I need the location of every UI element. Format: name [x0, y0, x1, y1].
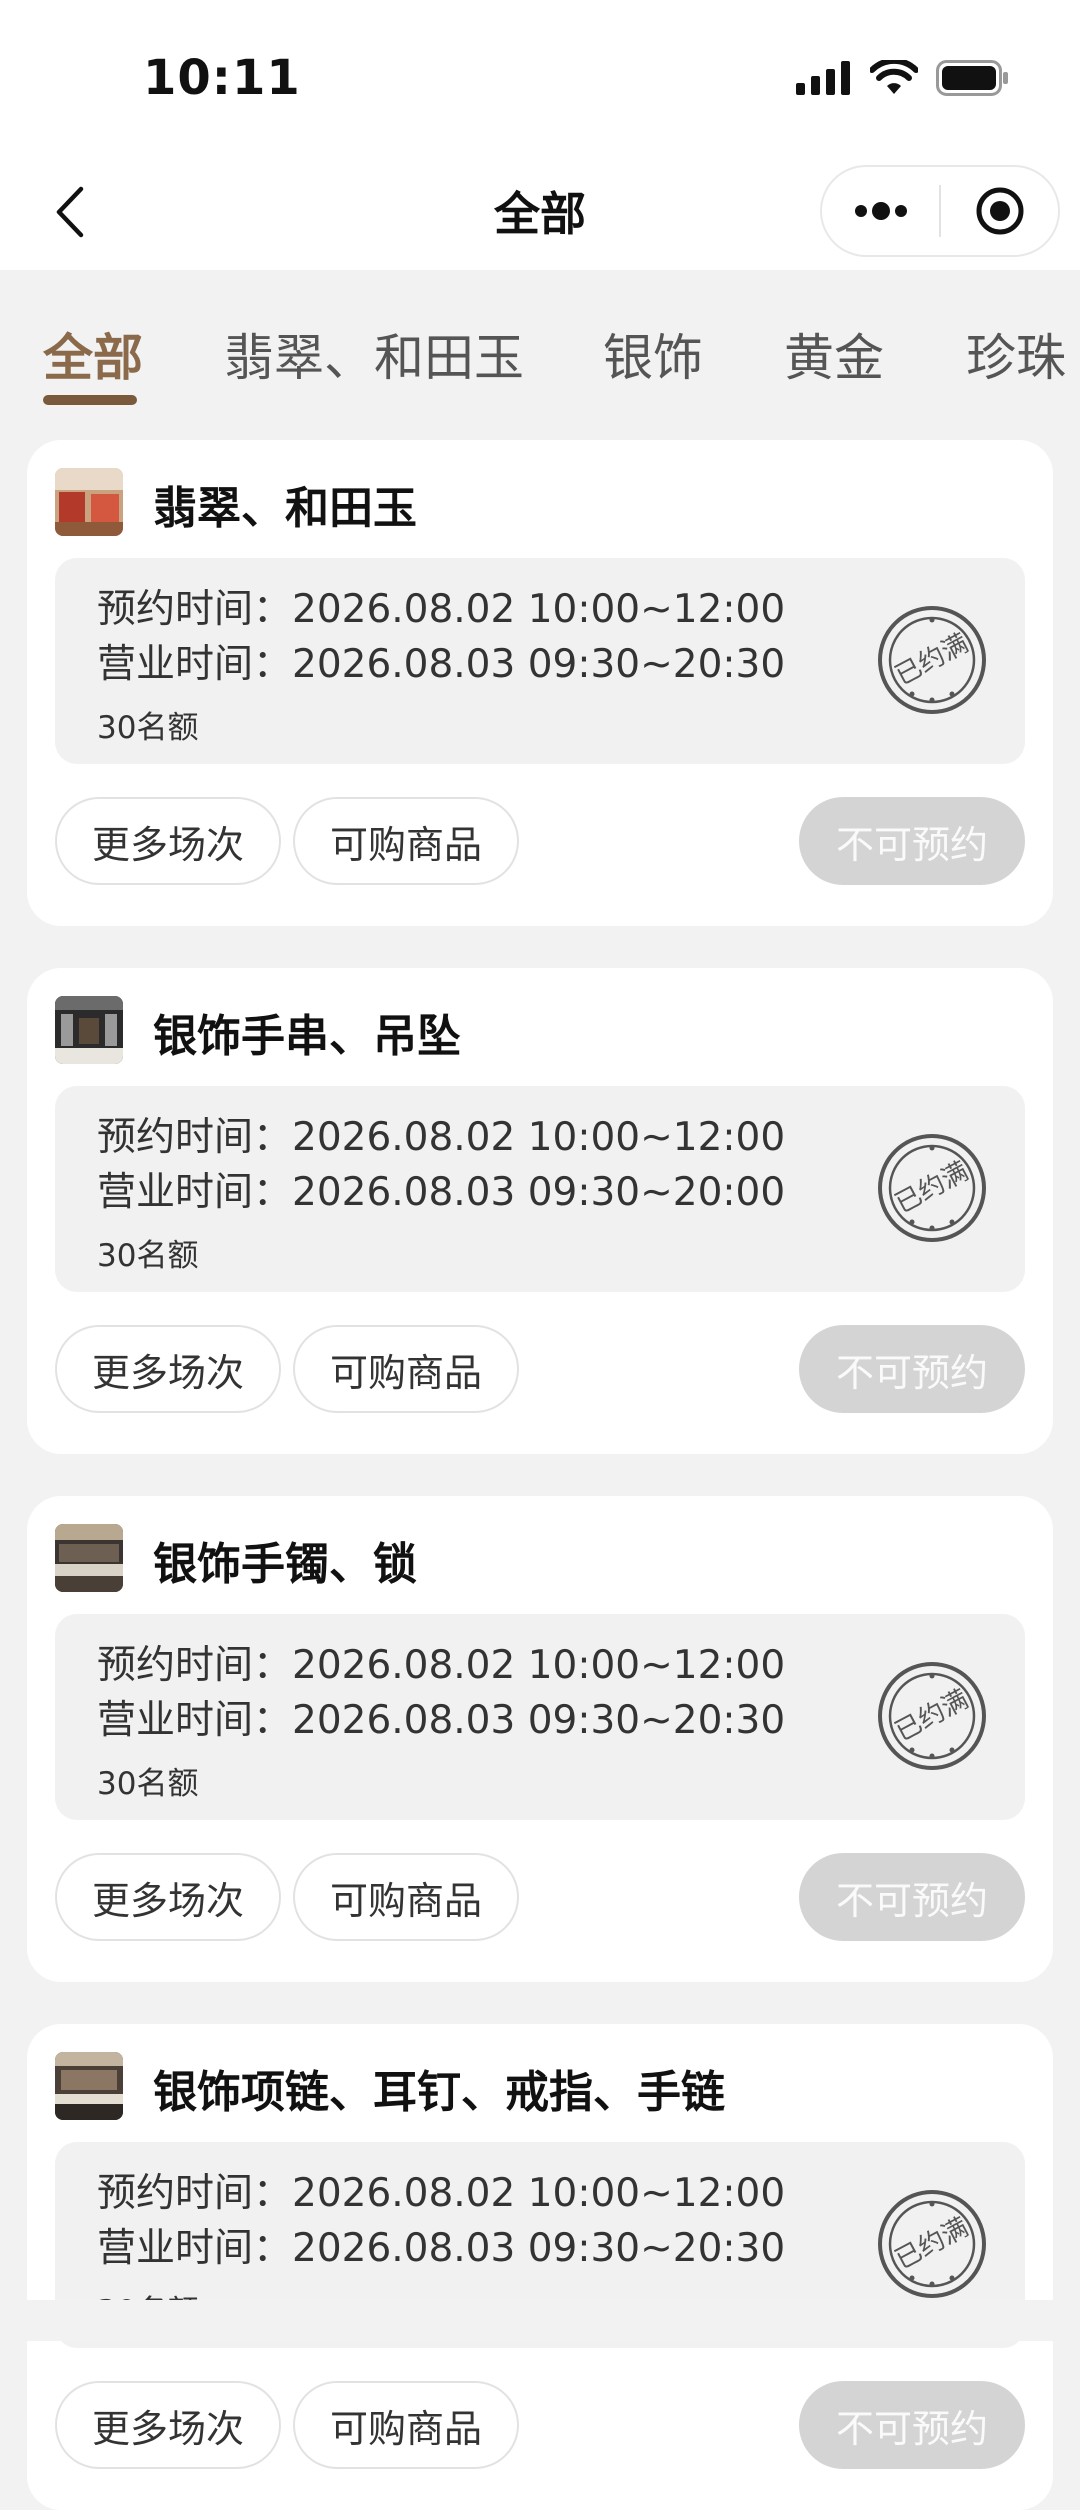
- svg-text:已约满: 已约满: [891, 628, 974, 691]
- more-sessions-button[interactable]: 更多场次: [55, 1853, 281, 1941]
- session-info: 预约时间：2026.08.02 10:00~12:00 营业时间：2026.08…: [55, 1086, 1025, 1292]
- quota-text: 30名额: [97, 1238, 199, 1274]
- battery-icon: [936, 60, 1008, 96]
- session-card: 银饰项链、耳钉、戒指、手链 预约时间：2026.08.02 10:00~12:0…: [27, 2024, 1053, 2510]
- status-time: 10:11: [143, 50, 301, 106]
- svg-text:已约满: 已约满: [891, 1684, 974, 1747]
- store-thumbnail: [55, 2052, 123, 2120]
- tab-jade[interactable]: 翡翠、和田玉: [224, 318, 524, 390]
- session-card: 翡翠、和田玉 预约时间：2026.08.02 10:00~12:00 营业时间：…: [27, 440, 1053, 926]
- purchasable-goods-button[interactable]: 可购商品: [293, 797, 519, 885]
- more-sessions-button[interactable]: 更多场次: [55, 1325, 281, 1413]
- unavailable-button[interactable]: 不可预约: [799, 2381, 1025, 2469]
- target-circle-icon: [976, 187, 1023, 235]
- business-time: 营业时间：2026.08.03 09:30~20:30: [97, 642, 786, 687]
- fully-booked-stamp: 已约满: [878, 1134, 986, 1242]
- quota-text: 30名额: [97, 1766, 199, 1802]
- reserve-time: 预约时间：2026.08.02 10:00~12:00: [97, 1115, 786, 1160]
- fully-booked-stamp: 已约满: [878, 606, 986, 714]
- store-thumbnail: [55, 468, 123, 536]
- mini-program-capsule: [820, 165, 1060, 257]
- close-mini-program-button[interactable]: [941, 167, 1058, 255]
- reserve-time: 预约时间：2026.08.02 10:00~12:00: [97, 587, 786, 632]
- purchasable-goods-button[interactable]: 可购商品: [293, 1325, 519, 1413]
- tab-all[interactable]: 全部: [43, 318, 143, 390]
- store-thumbnail: [55, 996, 123, 1064]
- more-menu-button[interactable]: [822, 167, 939, 255]
- status-bar: 10:11: [0, 0, 1080, 160]
- category-tabs: 全部 翡翠、和田玉 银饰 黄金 珍珠: [0, 270, 1080, 440]
- card-title: 银饰手镯、锁: [153, 1539, 417, 1590]
- card-title: 翡翠、和田玉: [153, 483, 417, 534]
- business-time: 营业时间：2026.08.03 09:30~20:30: [97, 2226, 786, 2271]
- quota-text: 30名额: [97, 710, 199, 746]
- card-title: 银饰手串、吊坠: [153, 1011, 461, 1062]
- unavailable-button[interactable]: 不可预约: [799, 1853, 1025, 1941]
- tab-silver[interactable]: 银饰: [603, 318, 703, 390]
- bottom-safe-area: [0, 2300, 1080, 2341]
- fully-booked-stamp: 已约满: [878, 1662, 986, 1770]
- svg-text:已约满: 已约满: [891, 1156, 974, 1219]
- reserve-time: 预约时间：2026.08.02 10:00~12:00: [97, 1643, 786, 1688]
- tab-pearl[interactable]: 珍珠: [966, 318, 1066, 390]
- business-time: 营业时间：2026.08.03 09:30~20:30: [97, 1698, 786, 1743]
- session-card: 银饰手串、吊坠 预约时间：2026.08.02 10:00~12:00 营业时间…: [27, 968, 1053, 1454]
- fully-booked-stamp: 已约满: [878, 2190, 986, 2298]
- business-time: 营业时间：2026.08.03 09:30~20:00: [97, 1170, 786, 1215]
- purchasable-goods-button[interactable]: 可购商品: [293, 1853, 519, 1941]
- purchasable-goods-button[interactable]: 可购商品: [293, 2381, 519, 2469]
- more-sessions-button[interactable]: 更多场次: [55, 2381, 281, 2469]
- unavailable-button[interactable]: 不可预约: [799, 797, 1025, 885]
- signal-icon: [796, 61, 850, 95]
- more-sessions-button[interactable]: 更多场次: [55, 797, 281, 885]
- active-tab-indicator: [43, 395, 137, 405]
- reserve-time: 预约时间：2026.08.02 10:00~12:00: [97, 2171, 786, 2216]
- session-info: 预约时间：2026.08.02 10:00~12:00 营业时间：2026.08…: [55, 1614, 1025, 1820]
- wifi-icon: [870, 60, 918, 94]
- more-dots-icon: [854, 202, 907, 220]
- card-title: 银饰项链、耳钉、戒指、手链: [153, 2067, 725, 2118]
- nav-bar: 全部: [0, 160, 1080, 270]
- store-thumbnail: [55, 1524, 123, 1592]
- session-card: 银饰手镯、锁 预约时间：2026.08.02 10:00~12:00 营业时间：…: [27, 1496, 1053, 1982]
- unavailable-button[interactable]: 不可预约: [799, 1325, 1025, 1413]
- status-icons: [796, 58, 1010, 98]
- session-info: 预约时间：2026.08.02 10:00~12:00 营业时间：2026.08…: [55, 558, 1025, 764]
- svg-text:已约满: 已约满: [891, 2212, 974, 2275]
- tab-gold[interactable]: 黄金: [784, 318, 884, 390]
